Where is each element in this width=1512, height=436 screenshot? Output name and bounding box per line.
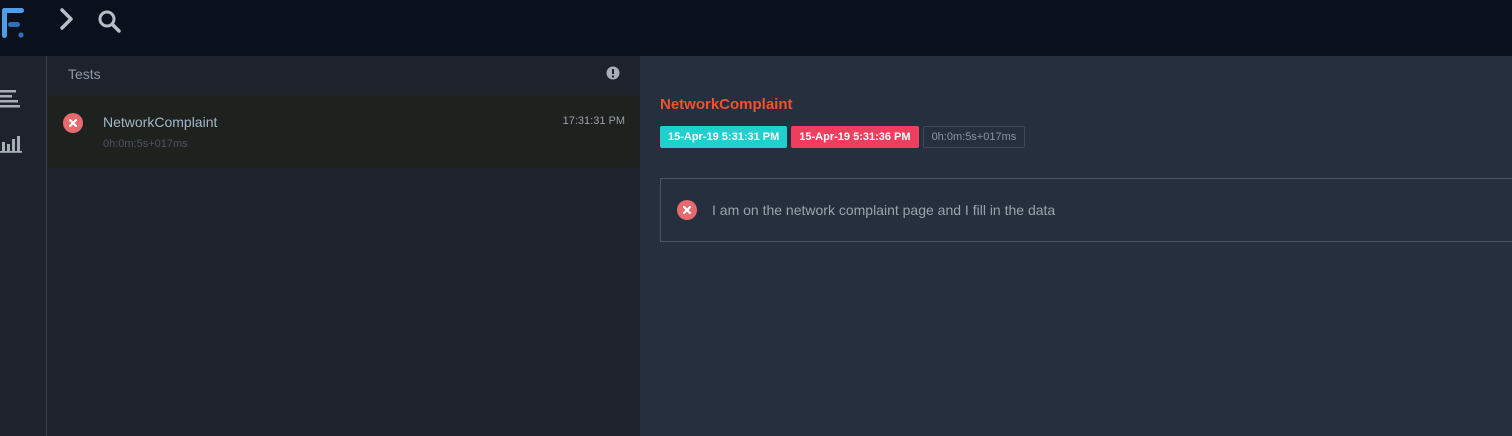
tests-panel: Tests NetworkComplaint 0h:0m:5s+017ms 17… (48, 56, 640, 436)
start-time-badge: 15-Apr-19 5:31:31 PM (660, 126, 788, 148)
test-detail-title: NetworkComplaint (660, 96, 793, 113)
fail-status-icon (63, 113, 83, 133)
info-icon[interactable] (606, 66, 620, 80)
bar-chart-icon[interactable] (0, 133, 24, 153)
extent-logo-icon[interactable] (0, 6, 26, 40)
left-rail (0, 56, 47, 436)
tests-panel-header: Tests (48, 56, 640, 94)
search-icon[interactable] (96, 8, 122, 34)
test-list-item[interactable]: NetworkComplaint 0h:0m:5s+017ms 17:31:31… (48, 95, 640, 168)
time-badges: 15-Apr-19 5:31:31 PM 15-Apr-19 5:31:36 P… (660, 126, 1026, 148)
step-description: I am on the network complaint page and I… (712, 202, 1056, 218)
chevron-right-icon[interactable] (56, 6, 78, 32)
duration-badge: 0h:0m:5s+017ms (922, 126, 1026, 148)
test-duration: 0h:0m:5s+017ms (103, 138, 188, 150)
end-time-badge: 15-Apr-19 5:31:36 PM (791, 126, 919, 148)
fail-status-icon (677, 200, 697, 220)
list-icon[interactable] (0, 89, 24, 109)
test-step: I am on the network complaint page and I… (660, 178, 1512, 242)
test-time: 17:31:31 PM (562, 115, 625, 127)
tests-panel-title: Tests (68, 66, 101, 82)
test-name: NetworkComplaint (103, 114, 218, 130)
top-bar (0, 0, 1512, 56)
test-detail-panel: NetworkComplaint 15-Apr-19 5:31:31 PM 15… (640, 56, 1512, 436)
